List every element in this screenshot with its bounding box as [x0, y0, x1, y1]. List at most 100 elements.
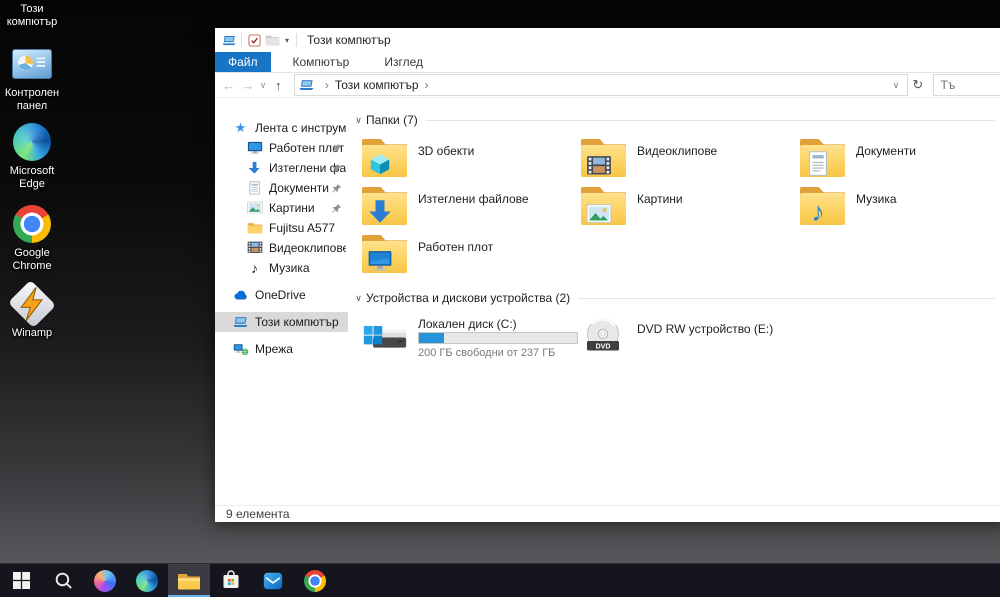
sidebar-item-desktop[interactable]: Работен плот: [215, 138, 348, 158]
up-icon[interactable]: ↑: [269, 78, 288, 93]
breadcrumb-pc-icon: [299, 79, 319, 91]
device-tile-dvd-rw-e[interactable]: DVD DVD RW устройство (E:): [581, 317, 800, 360]
quick-access-dropdown-icon[interactable]: ▾: [281, 36, 293, 45]
devices-grid: Локален диск (C:) 200 ГБ свободни от 237 …: [362, 317, 1000, 360]
search-icon: [54, 571, 73, 590]
cube-overlay-icon: [367, 150, 393, 177]
sidebar-item-fujitsu-a577[interactable]: Fujitsu A577: [215, 218, 348, 238]
title-bar[interactable]: ▾ Този компютър: [215, 28, 1000, 52]
photo-overlay-icon: [586, 198, 612, 225]
folder-tile-music[interactable]: ♪ Музика: [800, 185, 1000, 233]
breadcrumb-chevron-icon[interactable]: ›: [419, 78, 435, 92]
new-folder-icon[interactable]: [263, 31, 281, 49]
taskbar-file-explorer-button[interactable]: [168, 564, 210, 597]
folder-tile-downloads[interactable]: Изтеглени файлове: [362, 185, 581, 233]
folder-tile-desktop[interactable]: Работен плот: [362, 233, 581, 281]
desktop-icon-this-pc[interactable]: Този компютър: [2, 3, 62, 29]
desktop-icon-label: Контролен панел: [4, 87, 60, 112]
sidebar-item-downloads[interactable]: Изтеглени файлове: [215, 158, 348, 178]
sidebar-item-onedrive[interactable]: OneDrive: [215, 285, 348, 305]
address-toolbar: ← → ∨ ↑ › Този компютър › ∨ ↻ Тъ: [215, 73, 1000, 98]
desktop-icon: [246, 141, 263, 156]
pictures-icon: [246, 201, 263, 216]
device-name: Локален диск (C:): [418, 317, 517, 331]
taskbar-start-button[interactable]: [0, 564, 42, 597]
desktop-icon-microsoft-edge[interactable]: Microsoft Edge: [2, 122, 62, 191]
3d-objects-folder-icon: [362, 139, 407, 177]
videos-icon: [246, 241, 263, 256]
refresh-icon[interactable]: ↻: [908, 77, 927, 93]
taskbar-store-button[interactable]: [210, 564, 252, 597]
devices-section-header[interactable]: ∨ Устройства и дискови устройства (2): [351, 289, 995, 307]
sidebar-item-pictures[interactable]: Картини: [215, 198, 348, 218]
search-input[interactable]: Тъ: [933, 74, 1000, 96]
taskbar: [0, 563, 1000, 597]
chrome-icon: [304, 569, 326, 592]
back-icon[interactable]: ←: [219, 78, 238, 93]
downloads-icon: [246, 161, 263, 176]
desktop-icon-label: Google Chrome: [12, 247, 52, 272]
desktop-icon-label: Microsoft Edge: [9, 165, 55, 190]
desktop-icon-google-chrome[interactable]: Google Chrome: [2, 204, 62, 273]
tab-view[interactable]: Изглед: [371, 52, 436, 72]
status-bar: 9 елемента: [215, 505, 1000, 522]
sidebar-item-videos[interactable]: Видеоклипове: [215, 238, 348, 258]
recent-locations-dropdown-icon[interactable]: ∨: [257, 80, 268, 91]
folder-tile-videos[interactable]: Видеоклипове: [581, 137, 800, 185]
onedrive-icon: [232, 288, 249, 303]
sidebar-item-network[interactable]: Мрежа: [215, 339, 348, 359]
folder-tile-pictures[interactable]: Картини: [581, 185, 800, 233]
pc-icon: [232, 315, 249, 330]
sidebar-item-documents[interactable]: Документи: [215, 178, 348, 198]
properties-icon[interactable]: [245, 31, 263, 49]
folder-tile-label: Музика: [856, 192, 897, 206]
device-capacity-text: 200 ГБ свободни от 237 ГБ: [418, 347, 556, 359]
collapse-chevron-icon[interactable]: ∨: [351, 293, 366, 304]
forward-icon[interactable]: →: [238, 78, 257, 93]
start-icon: [12, 572, 30, 589]
sidebar-item-quick-access[interactable]: ★ Лента с инструменти: [215, 118, 348, 138]
folder-tile-documents[interactable]: Документи: [800, 137, 1000, 185]
desktop-icon-label: Този компютър: [6, 3, 58, 28]
breadcrumb[interactable]: Този компютър: [335, 78, 419, 92]
tab-file[interactable]: Файл: [215, 52, 271, 72]
device-info: Локален диск (C:) 200 ГБ свободни от 237 …: [418, 317, 578, 360]
device-tile-local-disk-c[interactable]: Локален диск (C:) 200 ГБ свободни от 237 …: [362, 317, 581, 360]
taskbar-copilot-button[interactable]: [84, 564, 126, 597]
folders-section-header[interactable]: ∨ Папки (7): [351, 111, 995, 129]
pin-icon: [331, 163, 342, 174]
sidebar-item-music[interactable]: ♪ Музика: [215, 258, 348, 278]
collapse-chevron-icon[interactable]: ∨: [351, 115, 366, 126]
sidebar-item-label: Лента с инструменти: [255, 121, 346, 135]
store-icon: [220, 569, 242, 592]
tab-computer[interactable]: Компютър: [280, 52, 363, 72]
desktop-icon-control-panel[interactable]: Контролен панел: [2, 44, 62, 113]
taskbar-edge-button[interactable]: [126, 564, 168, 597]
taskbar-chrome-button[interactable]: [294, 564, 336, 597]
address-dropdown-icon[interactable]: ∨: [889, 80, 904, 91]
device-name: DVD RW устройство (E:): [637, 322, 774, 336]
copilot-icon: [94, 569, 116, 592]
section-rule: [578, 297, 995, 299]
folder-tile-3d-objects[interactable]: 3D обекти: [362, 137, 581, 185]
monitor-overlay-icon: [367, 246, 393, 273]
section-title: Папки (7): [366, 113, 418, 127]
taskbar-outlook-button[interactable]: [252, 564, 294, 597]
explorer-icon: [177, 571, 201, 591]
desktop-icon-winamp[interactable]: Winamp: [2, 279, 62, 340]
pin-icon: [331, 183, 342, 194]
sidebar-item-this-pc[interactable]: Този компютър: [215, 312, 348, 332]
note-overlay-icon: ♪: [811, 197, 825, 227]
disk-usage-bar: [418, 332, 578, 344]
pictures-folder-icon: [581, 187, 626, 225]
sidebar-item-label: Fujitsu A577: [269, 221, 336, 235]
downloads-folder-icon: [362, 187, 407, 225]
item-count: 9 елемента: [226, 507, 290, 521]
taskbar-search-button[interactable]: [42, 564, 84, 597]
address-bar[interactable]: › Този компютър › ∨: [293, 74, 909, 96]
film-overlay-icon: [586, 150, 612, 177]
control-panel-icon: [10, 44, 54, 84]
breadcrumb-chevron-icon[interactable]: ›: [319, 78, 335, 92]
music-folder-icon: ♪: [800, 187, 845, 227]
sidebar-item-label: Този компютър: [255, 315, 339, 329]
